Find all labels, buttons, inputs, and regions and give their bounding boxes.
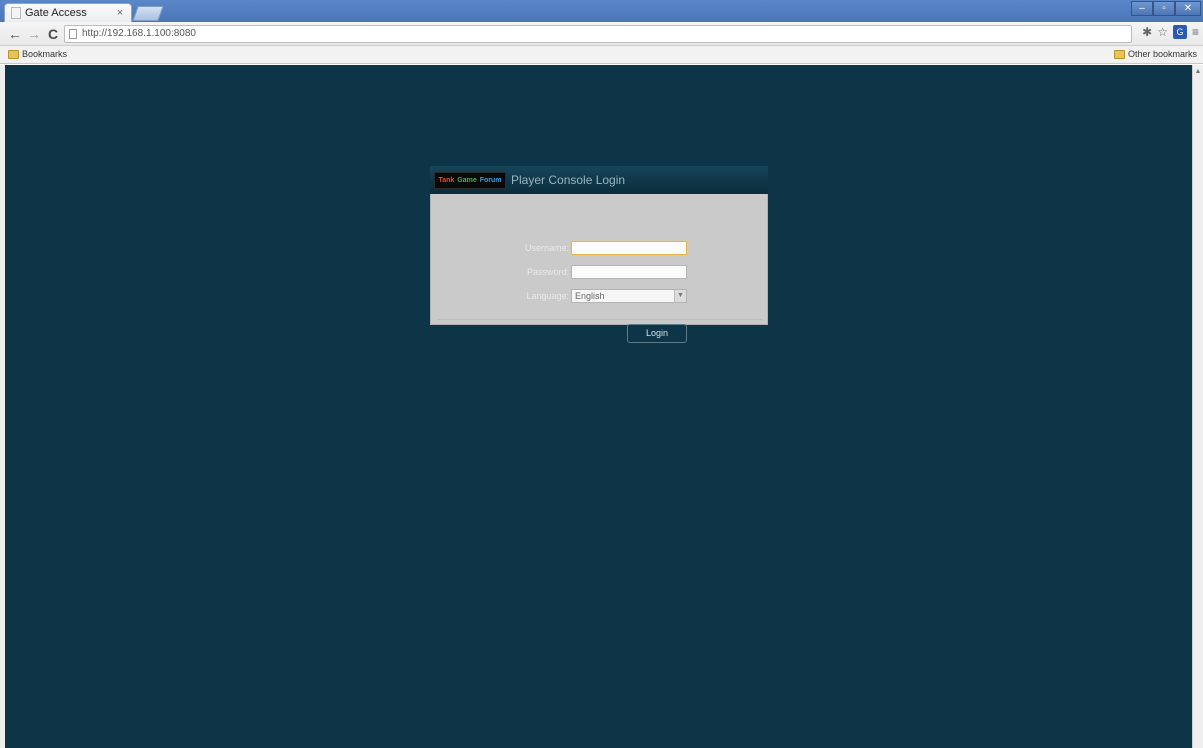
menu-icon[interactable]: ≡ — [1192, 25, 1199, 39]
form-divider — [438, 319, 762, 320]
back-button[interactable]: ← — [6, 25, 24, 43]
address-bar[interactable]: http://192.168.1.100:8080 — [64, 25, 1132, 43]
page-favicon-icon — [11, 7, 21, 19]
tab-close-icon[interactable]: × — [113, 7, 127, 19]
logo-part-1: Tank — [438, 176, 455, 184]
username-row: Username: — [431, 240, 769, 256]
scroll-up-icon[interactable]: ▲ — [1193, 68, 1203, 78]
maximize-button[interactable]: ▫ — [1153, 1, 1175, 16]
folder-icon — [8, 49, 19, 59]
forward-button[interactable]: → — [25, 25, 43, 43]
username-label: Username: — [524, 243, 569, 253]
browser-tab[interactable]: Gate Access × — [4, 3, 132, 22]
tab-title: Gate Access — [25, 7, 87, 19]
chevron-down-icon[interactable]: ▼ — [674, 290, 686, 302]
game-logo: Tank Game Forum — [434, 171, 506, 189]
logo-part-2: Game — [457, 176, 477, 184]
login-title: Player Console Login — [511, 173, 626, 187]
page-icon — [69, 29, 77, 39]
window-controls: – ▫ ✕ — [1131, 1, 1201, 16]
username-input[interactable] — [571, 241, 687, 255]
password-label: Password: — [526, 267, 569, 277]
password-input[interactable] — [571, 265, 687, 279]
new-tab-button[interactable] — [132, 6, 164, 21]
language-label: Language: — [526, 291, 569, 301]
login-header: Tank Game Forum Player Console Login — [430, 166, 768, 194]
logo-part-3: Forum — [479, 176, 502, 184]
login-button[interactable]: Login — [627, 324, 687, 343]
other-bookmarks-label: Other bookmarks — [1127, 49, 1197, 59]
address-bar-url: http://192.168.1.100:8080 — [82, 28, 196, 39]
pin-icon[interactable]: ✱ — [1142, 25, 1152, 39]
other-bookmarks-folder[interactable]: Other bookmarks — [1113, 49, 1197, 59]
folder-icon — [1113, 49, 1125, 59]
reload-button[interactable]: C — [44, 25, 62, 43]
close-window-button[interactable]: ✕ — [1175, 1, 1201, 16]
extension-icon[interactable]: G — [1172, 25, 1187, 39]
password-row: Password: — [431, 264, 769, 280]
bookmark-star-icon[interactable]: ☆ — [1157, 25, 1168, 39]
bookmarks-folder[interactable]: Bookmarks — [8, 49, 67, 59]
login-panel: Tank Game Forum Player Console Login Use… — [430, 166, 769, 343]
browser-title-bar: Gate Access × – ▫ ✕ — [0, 0, 1203, 22]
bookmarks-bar: Bookmarks Other bookmarks — [0, 46, 1203, 64]
language-row: Language: English ▼ — [431, 288, 769, 304]
vertical-scrollbar[interactable]: ▲ — [1192, 65, 1203, 748]
login-form: Username: Password: Language: English ▼ … — [430, 194, 769, 343]
language-select[interactable]: English ▼ — [571, 289, 687, 303]
browser-toolbar: ← → C http://192.168.1.100:8080 ✱ ☆ G ≡ — [0, 22, 1203, 46]
minimize-button[interactable]: – — [1131, 1, 1153, 16]
bookmarks-folder-label: Bookmarks — [22, 49, 68, 59]
toolbar-right-icons: ✱ ☆ G ≡ — [1142, 25, 1199, 39]
language-select-value: English — [575, 291, 605, 301]
